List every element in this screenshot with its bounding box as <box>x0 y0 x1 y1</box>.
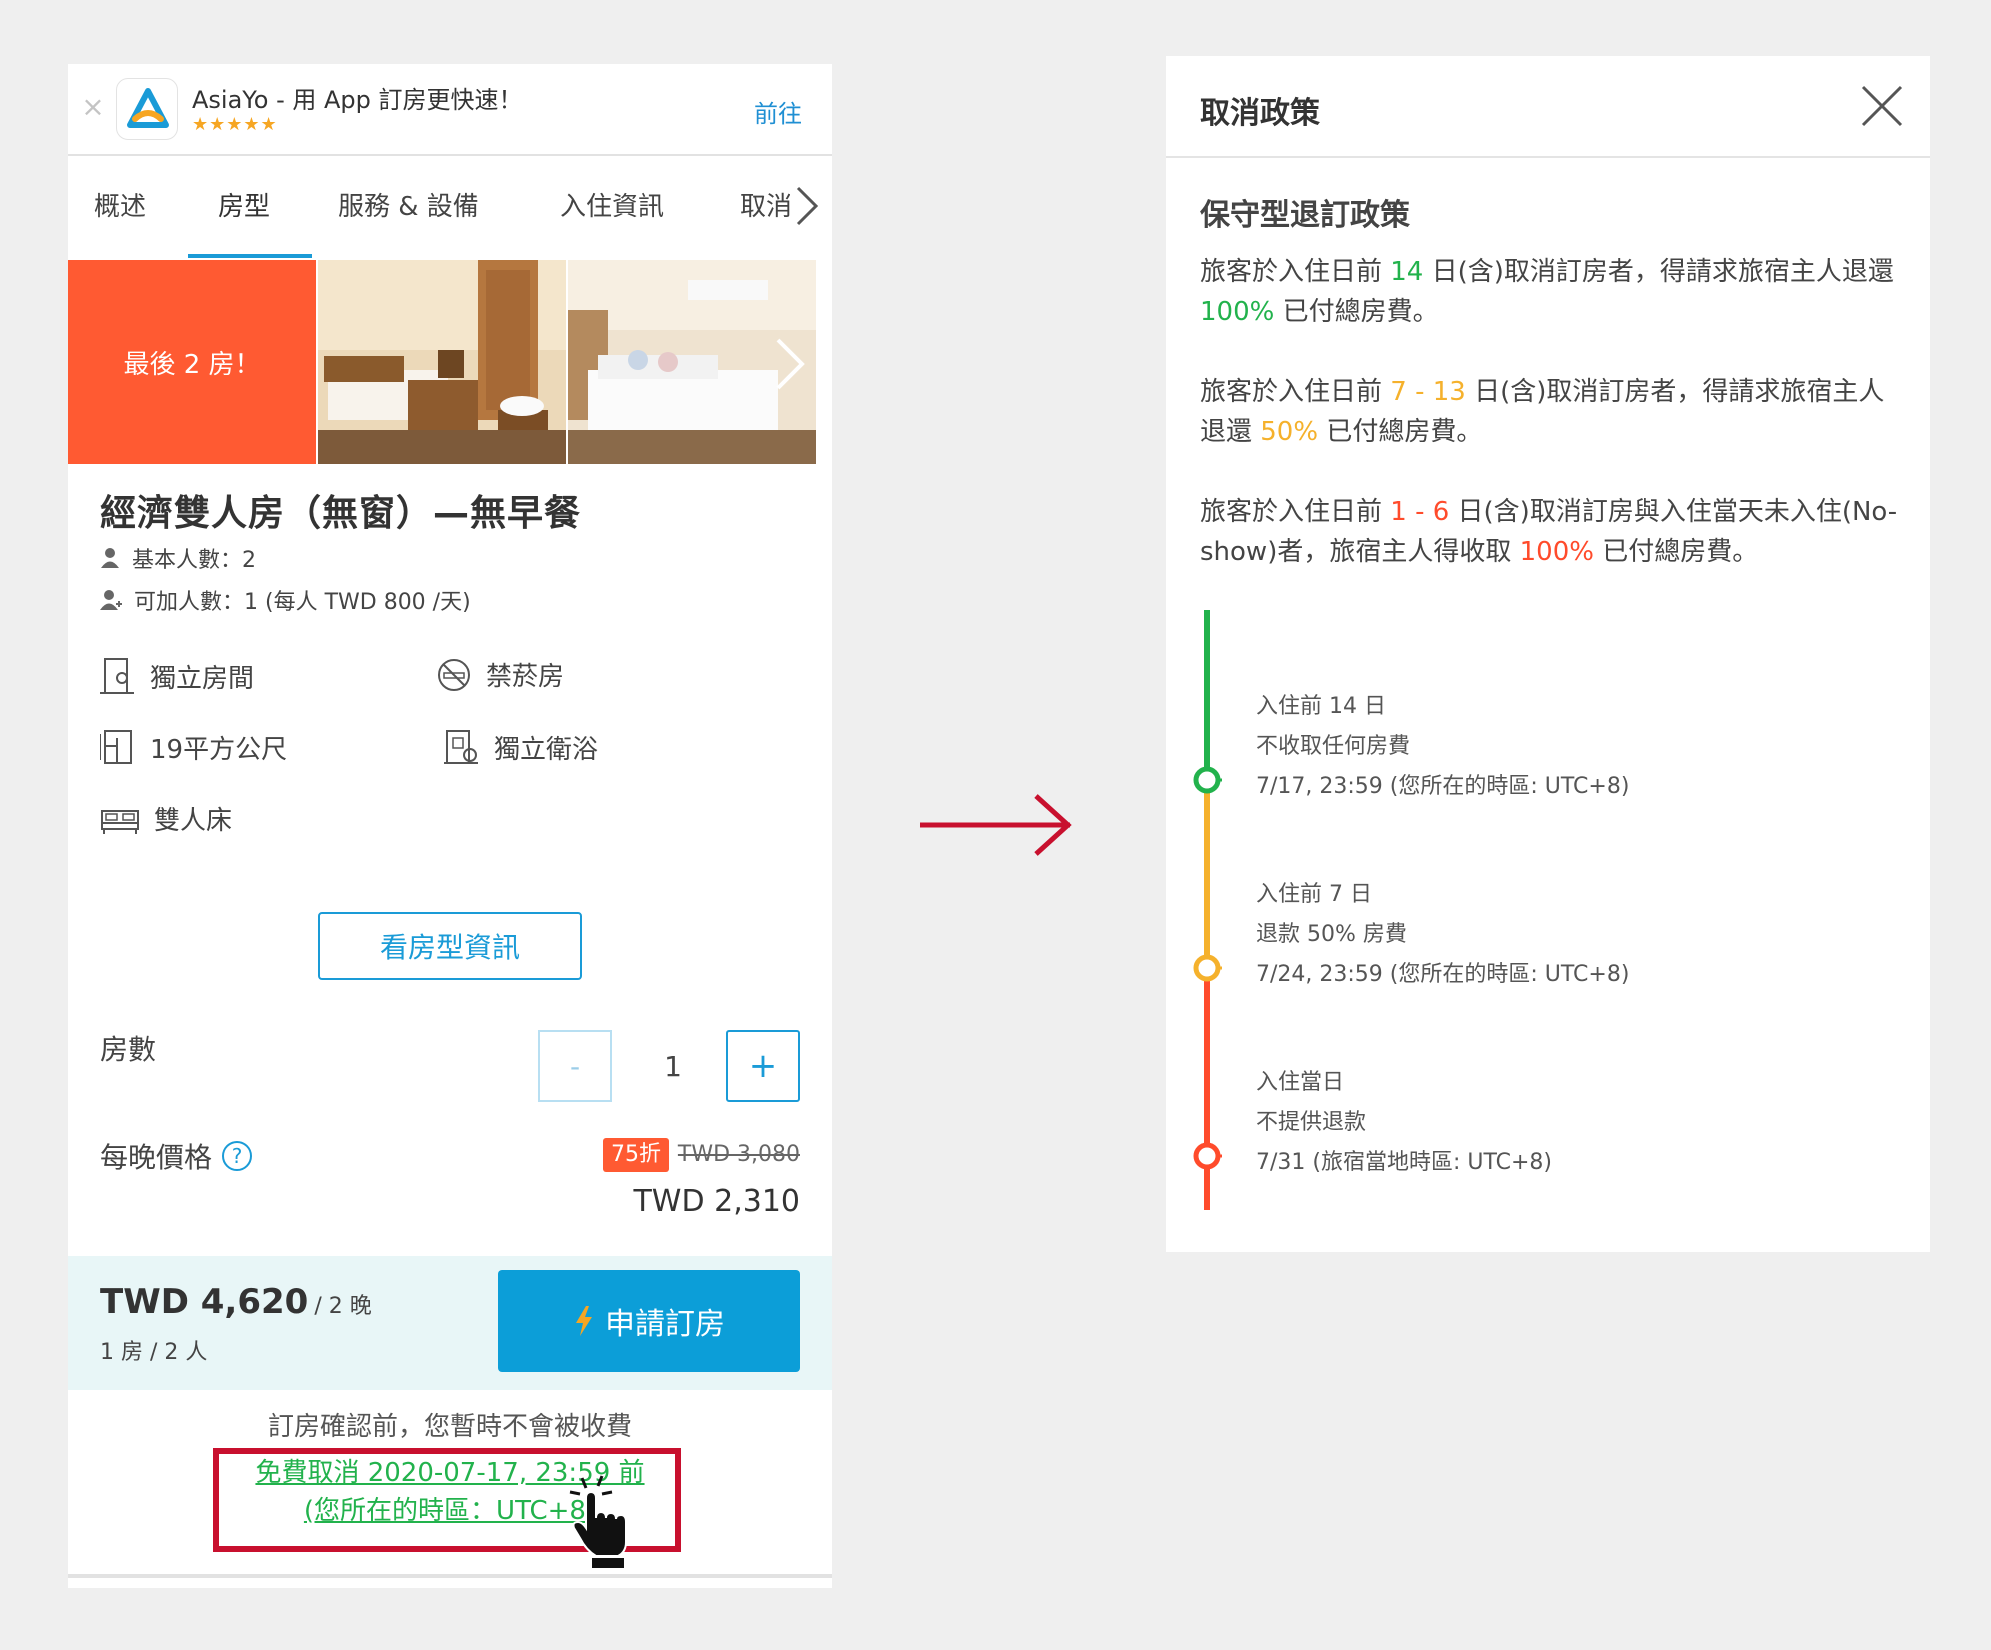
rooms-count-label: 房數 <box>100 1033 157 1066</box>
cancellation-policy-panel: 取消政策 保守型退訂政策 旅客於入住日前 14 日(含)取消訂房者，得請求旅宿主… <box>1166 56 1930 1252</box>
tab-checkin-info[interactable]: 入住資訊 <box>560 186 664 223</box>
discount-badge: 75折 <box>603 1138 669 1172</box>
request-booking-button[interactable]: 申請訂房 <box>498 1270 800 1372</box>
feature-double-bed: 雙人床 <box>100 800 232 837</box>
decrease-rooms-button[interactable]: - <box>538 1030 612 1102</box>
asiayo-app-icon <box>116 78 178 140</box>
feature-non-smoking: 禁菸房 <box>436 656 564 693</box>
view-room-info-button[interactable]: 看房型資訊 <box>318 912 582 980</box>
current-price: TWD 2,310 <box>633 1184 800 1219</box>
feature-label: 19平方公尺 <box>150 734 288 765</box>
person-icon <box>101 548 119 568</box>
pointer-hand-icon <box>569 1475 627 1568</box>
rating-stars: ★★★★★ <box>192 114 278 135</box>
total-price-value: TWD 4,620 <box>100 1282 309 1322</box>
total-price-unit: / 2 晚 <box>314 1294 372 1319</box>
bathroom-icon <box>444 730 478 764</box>
timeline-label: 入住前 14 日 <box>1256 694 1386 719</box>
timeline-node-checkin-day <box>1193 1142 1221 1170</box>
original-price: TWD 3,080 <box>677 1142 800 1167</box>
gallery-next-icon[interactable] <box>770 336 810 392</box>
policy-rule-14-days: 旅客於入住日前 14 日(含)取消訂房者，得請求旅宿主人退還 100% 已付總房… <box>1200 252 1900 332</box>
base-guests-text: 基本人數：2 <box>132 548 256 573</box>
no-charge-notice: 訂房確認前，您暫時不會被收費 <box>267 1412 632 1442</box>
booking-summary-bar: TWD 4,620/ 2 晚 1 房 / 2 人 申請訂房 <box>68 1256 832 1390</box>
rule-text: 旅客於入住日前 <box>1200 497 1391 527</box>
request-booking-label: 申請訂房 <box>605 1307 725 1342</box>
nightly-price-label: 每晚價格 ? <box>100 1136 253 1176</box>
chevron-right-icon[interactable] <box>790 182 824 230</box>
refund-timeline <box>1193 610 1222 1210</box>
help-icon[interactable]: ? <box>222 1141 253 1171</box>
timeline-status: 不收取任何房費 <box>1256 734 1411 759</box>
timeline-date: 7/24, 23:59 (您所在的時區: UTC+8) <box>1256 962 1630 987</box>
rule-percent: 50% <box>1260 417 1319 447</box>
room-photo-1[interactable] <box>318 260 566 464</box>
rule-days: 14 <box>1390 257 1424 287</box>
timeline-date: 7/31 (旅宿當地時區: UTC+8) <box>1256 1150 1553 1175</box>
door-icon <box>100 658 134 694</box>
extra-guests: 可加人數：1 (每人 TWD 800 /天) <box>100 584 471 616</box>
policy-rule-7-13-days: 旅客於入住日前 7 - 13 日(含)取消訂房者，得請求旅宿主人退還 50% 已… <box>1200 372 1900 452</box>
tab-cancellation[interactable]: 取消 <box>740 186 790 223</box>
bottom-divider <box>68 1574 832 1578</box>
rule-percent: 100% <box>1519 537 1594 567</box>
rooms-count-value: 1 <box>664 1050 682 1083</box>
tab-room-types[interactable]: 房型 <box>218 186 270 223</box>
timeline-label: 入住前 7 日 <box>1256 882 1372 907</box>
add-person-icon <box>100 590 122 610</box>
rule-text: 已付總房費。 <box>1593 537 1759 567</box>
base-guests: 基本人數：2 <box>100 542 256 574</box>
feature-label: 禁菸房 <box>486 662 565 692</box>
feature-private-bathroom: 獨立衛浴 <box>444 728 598 766</box>
app-banner-title: AsiaYo - 用 App 訂房更快速！ <box>192 86 523 114</box>
extra-guests-text: 可加人數：1 (每人 TWD 800 /天) <box>134 590 471 615</box>
room-photo-gallery[interactable]: 最後 2 房！ <box>68 260 832 464</box>
section-tabs: 概述 房型 服務 & 設備 入住資訊 取消 <box>68 156 832 260</box>
rule-text: 旅客於入住日前 <box>1200 377 1391 407</box>
go-to-app-link[interactable]: 前往 <box>754 94 802 129</box>
policy-rule-1-6-days: 旅客於入住日前 1 - 6 日(含)取消訂房與入住當天未入住(No-show)者… <box>1200 492 1900 572</box>
no-smoking-icon <box>438 658 470 691</box>
rule-days: 1 - 6 <box>1390 497 1450 527</box>
timeline-status: 不提供退款 <box>1256 1110 1367 1135</box>
rule-text: 旅客於入住日前 <box>1200 257 1391 287</box>
feature-room-size: 19平方公尺 <box>100 728 287 766</box>
feature-label: 獨立衛浴 <box>494 734 599 765</box>
feature-private-room: 獨立房間 <box>100 656 254 696</box>
close-icon[interactable]: × <box>78 92 108 122</box>
room-title: 經濟雙人房（無窗）—無早餐 <box>100 493 582 534</box>
policy-subtitle: 保守型退訂政策 <box>1200 198 1410 233</box>
timeline-node-14-days <box>1193 766 1221 794</box>
bed-icon <box>101 809 139 834</box>
rule-percent: 100% <box>1200 297 1275 327</box>
arrow-right-icon <box>920 794 1072 856</box>
booking-summary-sub: 1 房 / 2 人 <box>100 1340 208 1365</box>
timeline-node-7-days <box>1193 954 1221 982</box>
rule-text: 日(含)取消訂房者，得請求旅宿主人退還 <box>1423 257 1894 287</box>
increase-rooms-button[interactable]: + <box>726 1030 800 1102</box>
timeline-date: 7/17, 23:59 (您所在的時區: UTC+8) <box>1256 774 1630 799</box>
tab-services-facilities[interactable]: 服務 & 設備 <box>338 186 479 223</box>
policy-title: 取消政策 <box>1200 96 1320 131</box>
rule-text: 已付總房費。 <box>1274 297 1439 327</box>
feature-label: 獨立房間 <box>150 663 255 694</box>
room-detail-panel: × AsiaYo - 用 App 訂房更快速！ ★★★★★ 前往 概述 房型 服… <box>68 64 832 1588</box>
timeline-label: 入住當日 <box>1256 1070 1345 1095</box>
header-divider <box>1166 156 1930 158</box>
rule-days: 7 - 13 <box>1390 377 1466 407</box>
active-tab-indicator <box>188 254 312 258</box>
rule-text: 已付總房費。 <box>1318 417 1483 447</box>
total-price: TWD 4,620/ 2 晚 <box>100 1282 372 1322</box>
lightning-icon <box>576 1306 592 1336</box>
close-icon[interactable] <box>1860 84 1904 128</box>
last-rooms-badge: 最後 2 房！ <box>68 260 316 464</box>
app-download-banner: × AsiaYo - 用 App 訂房更快速！ ★★★★★ 前往 <box>68 64 832 156</box>
floor-plan-icon <box>100 730 132 764</box>
timeline-status: 退款 50% 房費 <box>1256 922 1407 947</box>
tab-overview[interactable]: 概述 <box>94 186 146 223</box>
feature-label: 雙人床 <box>154 806 233 836</box>
nightly-price-text: 每晚價格 <box>100 1141 213 1174</box>
